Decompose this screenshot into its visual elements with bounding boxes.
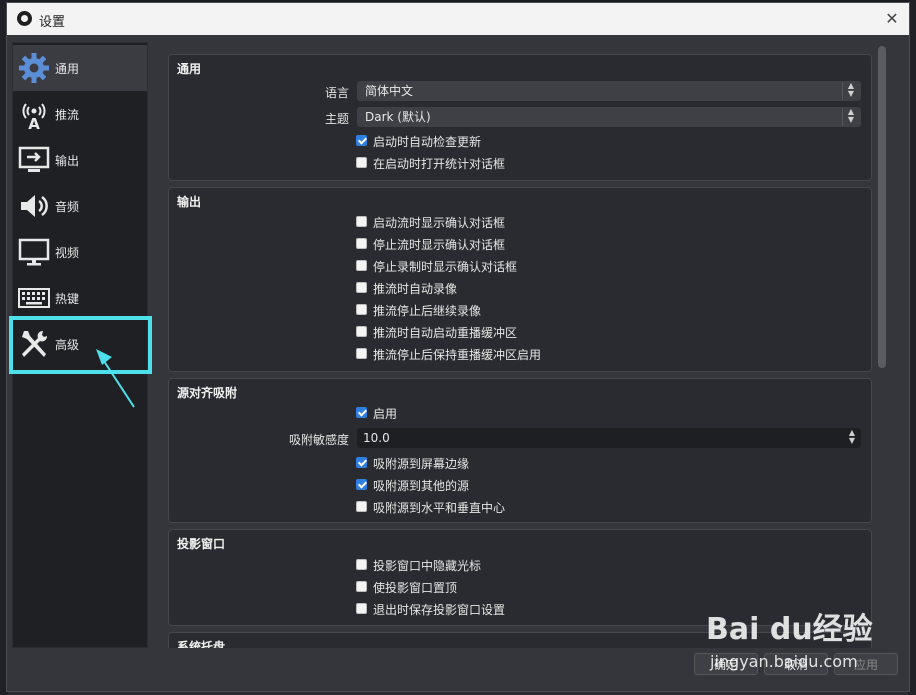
speaker-icon: [21, 195, 48, 217]
annotation-arrow-icon: [96, 349, 135, 408]
watermark-brand: Bai du经验: [706, 612, 873, 647]
sidebar-item-video[interactable]: 视频: [13, 229, 147, 275]
checkbox-label: 吸附源到屏幕边缘: [373, 457, 470, 471]
language-select[interactable]: 简体中文 ▲ ▼: [357, 81, 861, 101]
obs-app-icon: [17, 11, 32, 26]
group-title: 输出: [177, 195, 202, 209]
close-button[interactable]: ✕: [883, 10, 901, 28]
sidebar-item-label: 输出: [55, 154, 80, 168]
checkbox-label: 推流停止后继续录像: [373, 304, 482, 318]
checkbox-box[interactable]: [356, 304, 367, 315]
checkbox-box[interactable]: [356, 238, 367, 249]
theme-select[interactable]: Dark (默认) ▲ ▼: [357, 107, 861, 127]
spin-updown-icon[interactable]: ▲ ▼: [845, 429, 859, 447]
checkbox-box[interactable]: [356, 457, 367, 468]
output-monitor-icon: [18, 146, 50, 172]
sidebar-item-label: 推流: [55, 108, 80, 122]
checkbox-label: 启动流时显示确认对话框: [373, 216, 506, 230]
language-label: 语言: [324, 86, 349, 100]
language-value: 简体中文: [365, 84, 414, 98]
snap-sensitivity-label: 吸附敏感度: [288, 433, 349, 447]
checkbox-label: 吸附源到水平和垂直中心: [373, 501, 506, 515]
snap-sensitivity-spinbox[interactable]: 10.0 ▲ ▼: [357, 428, 861, 448]
theme-label: 主题: [324, 112, 349, 126]
sidebar-item-general[interactable]: 通用: [13, 45, 147, 91]
content-scrollbar[interactable]: [878, 42, 888, 652]
sidebar-item-label: 热键: [55, 292, 80, 306]
checkbox-box[interactable]: [356, 216, 367, 227]
sidebar-item-label: 通用: [55, 62, 80, 76]
checkbox-label: 停止流时显示确认对话框: [373, 238, 506, 252]
checkbox-label: 吸附源到其他的源: [373, 479, 470, 493]
window-title: 设置: [39, 15, 66, 30]
group-title: 投影窗口: [177, 537, 226, 551]
watermark-url: jingyan.baidu.com: [710, 652, 858, 671]
checkbox-box[interactable]: [356, 603, 367, 614]
keyboard-icon: [18, 288, 50, 308]
title-bar: 设置 ✕: [7, 3, 909, 35]
checkbox-label: 推流停止后保持重播缓冲区启用: [373, 348, 542, 362]
checkbox-label: 投影窗口中隐藏光标: [373, 559, 482, 573]
baidu-jingyan-watermark: Bai du经验 jingyan.baidu.com: [700, 596, 880, 676]
sidebar-item-hotkeys[interactable]: 热键: [13, 275, 147, 321]
group-title: 通用: [177, 62, 202, 76]
group-title: 源对齐吸附: [177, 386, 238, 400]
checkbox-box[interactable]: [356, 135, 367, 146]
checkbox-label: 推流时自动启动重播缓冲区: [373, 326, 518, 340]
checkbox-label: 退出时保存投影窗口设置: [373, 603, 506, 617]
checkbox-label: 启用: [373, 407, 398, 421]
scrollbar-thumb[interactable]: [878, 46, 886, 368]
checkbox-box[interactable]: [356, 581, 367, 592]
checkbox-box[interactable]: [356, 157, 367, 168]
checkbox-box[interactable]: [356, 407, 367, 418]
snap-sensitivity-value: 10.0: [363, 431, 390, 445]
group-title: 系统托盘: [177, 640, 226, 648]
checkbox-box[interactable]: [356, 348, 367, 359]
checkbox-box[interactable]: [356, 282, 367, 293]
sidebar-item-stream[interactable]: A 推流: [13, 91, 147, 137]
monitor-icon: [18, 238, 50, 266]
checkbox-label: 推流时自动录像: [373, 282, 458, 296]
sidebar-item-label: 音频: [55, 200, 80, 214]
settings-content: 通用 语言 简体中文 ▲ ▼ 主题 Dark (默认) ▲ ▼ 启动时自动检查更新 …: [160, 42, 876, 648]
checkbox-box[interactable]: [356, 260, 367, 271]
svg-text:A: A: [28, 115, 40, 130]
group-snapping: 源对齐吸附 启用 吸附敏感度 10.0 ▲ ▼ 吸附源到屏幕边缘 吸附源到其他的源…: [168, 378, 872, 523]
antenna-icon: A: [22, 103, 46, 130]
checkbox-label: 使投影窗口置顶: [373, 581, 458, 595]
checkbox-box[interactable]: [356, 326, 367, 337]
checkbox-label: 停止录制时显示确认对话框: [373, 260, 518, 274]
sidebar-item-label: 视频: [55, 246, 80, 260]
checkbox-label: 在启动时打开统计对话框: [373, 157, 506, 171]
select-updown-icon: ▲ ▼: [842, 108, 859, 126]
checkbox-box[interactable]: [356, 501, 367, 512]
checkbox-box[interactable]: [356, 559, 367, 570]
checkbox-label: 启动时自动检查更新: [373, 135, 482, 149]
group-output: 输出 启动流时显示确认对话框 停止流时显示确认对话框 停止录制时显示确认对话框 …: [168, 187, 872, 372]
sidebar-item-output[interactable]: 输出: [13, 137, 147, 183]
select-updown-icon: ▲ ▼: [842, 82, 859, 100]
group-general: 通用 语言 简体中文 ▲ ▼ 主题 Dark (默认) ▲ ▼ 启动时自动检查更新 …: [168, 54, 872, 181]
gear-icon: [19, 53, 49, 83]
sidebar-item-audio[interactable]: 音频: [13, 183, 147, 229]
theme-value: Dark (默认): [365, 110, 431, 124]
checkbox-box[interactable]: [356, 479, 367, 490]
